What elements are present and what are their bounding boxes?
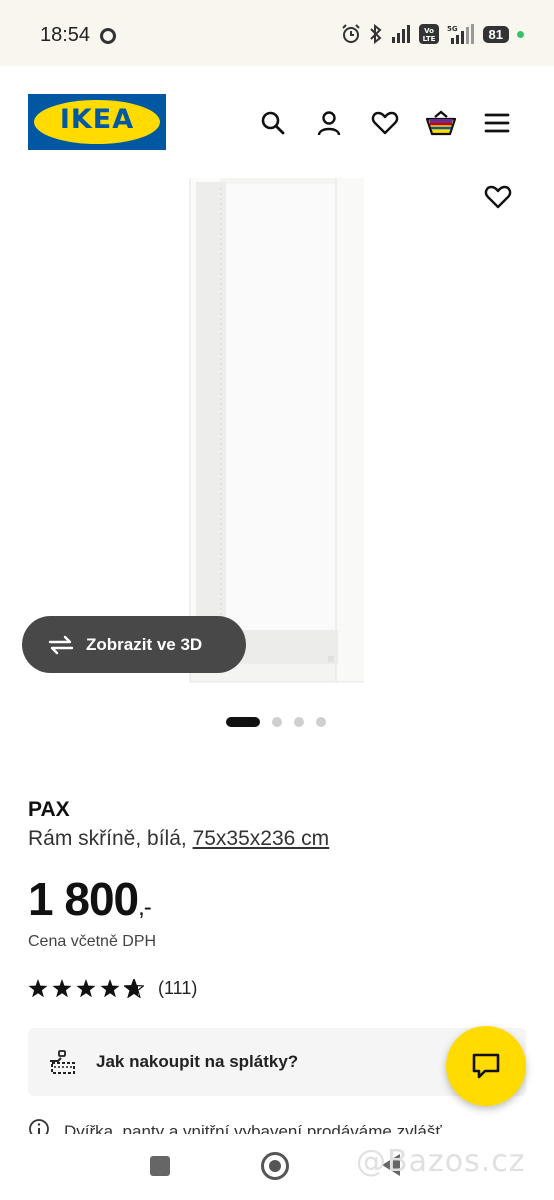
rating-count: (111) [158, 978, 198, 998]
price-value: 1 800 [28, 873, 139, 925]
tax-note: Cena včetně DPH [28, 933, 157, 950]
status-icons: Vo LTE 5G 81 [341, 24, 524, 44]
search-icon[interactable] [258, 108, 288, 138]
star-icon [52, 979, 72, 998]
half-star-icon [124, 979, 144, 998]
status-bar: 18:54 Vo LTE 5G 81 [0, 0, 554, 66]
account-icon[interactable] [314, 108, 344, 138]
price-suffix: ,- [138, 894, 152, 921]
carousel-dot[interactable] [272, 717, 282, 727]
carousel-dot[interactable] [294, 717, 304, 727]
rotate-3d-icon [48, 635, 74, 654]
product-dimensions-link[interactable]: 75x35x236 cm [193, 827, 330, 850]
add-to-favourites-heart-icon[interactable] [484, 184, 512, 212]
menu-icon[interactable] [482, 108, 512, 138]
home-button-dot [269, 1160, 281, 1172]
battery-indicator: 81 [482, 25, 509, 43]
carousel-indicator [226, 717, 326, 727]
wishlist-heart-icon[interactable] [370, 108, 400, 138]
info-icon [29, 1119, 49, 1134]
product-price: 1 800,- [28, 872, 152, 926]
product-rating[interactable]: (111) [28, 978, 197, 999]
svg-text:Vo: Vo [424, 27, 434, 35]
carousel-dot[interactable] [316, 717, 326, 727]
chat-icon [472, 1053, 500, 1079]
installment-label: Jak nakoupit na splátky? [96, 1052, 299, 1071]
ikea-logo[interactable]: IKEA [28, 94, 166, 150]
basket-icon[interactable] [426, 108, 456, 138]
privacy-dot-icon [517, 30, 524, 38]
signal-5g-icon: 5G [447, 24, 474, 44]
volte-icon: VoLTE [418, 24, 439, 44]
star-icon [28, 979, 48, 998]
star-icon [100, 979, 120, 998]
svg-text:5G: 5G [447, 25, 458, 33]
product-notice: Dvířka, panty a vnitřní vybavení prodává… [28, 1118, 442, 1134]
bluetooth-icon [369, 24, 382, 44]
carousel-dot[interactable] [226, 717, 260, 727]
svg-text:LTE: LTE [422, 35, 435, 43]
alarm-icon [341, 24, 360, 43]
logo-text: IKEA [59, 104, 135, 135]
site-header: IKEA [0, 66, 554, 178]
notice-text: Dvířka, panty a vnitřní vybavení prodává… [64, 1122, 442, 1134]
product-name: PAX [28, 798, 70, 821]
recent-apps-button[interactable] [150, 1156, 170, 1176]
installment-icon [50, 1050, 75, 1074]
chat-button[interactable] [446, 1026, 526, 1106]
product-type: Rám skříně, bílá, [28, 827, 193, 850]
view-in-3d-label: Zobrazit ve 3D [86, 634, 203, 654]
status-time: 18:54 [40, 24, 91, 46]
status-indicator-icon [100, 28, 116, 44]
product-description: Rám skříně, bílá, 75x35x236 cm [28, 827, 329, 851]
star-icon [76, 979, 96, 998]
watermark: @Bazos.cz [356, 1144, 526, 1179]
home-button[interactable] [261, 1152, 289, 1180]
signal-icon [391, 25, 410, 43]
view-in-3d-button[interactable]: Zobrazit ve 3D [22, 616, 246, 673]
